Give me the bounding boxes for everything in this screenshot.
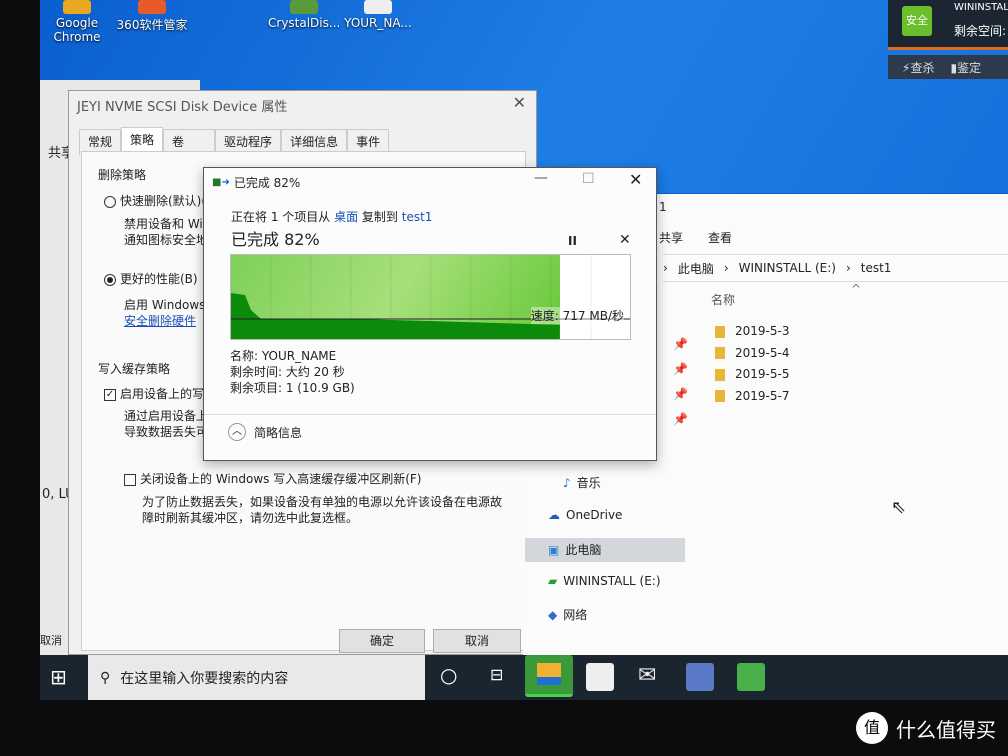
folder-item[interactable]: 2019-5-3: [715, 321, 789, 343]
store-icon[interactable]: [586, 663, 614, 691]
widget-buttons: ⚡查杀 ▮鉴定: [888, 55, 1008, 79]
pin-icons: 📌 📌 📌 📌: [673, 332, 688, 432]
cortana-icon[interactable]: ○: [440, 663, 457, 687]
task-view-icon[interactable]: ⊟: [490, 665, 503, 684]
nav-this-pc[interactable]: ▣ 此电脑: [548, 541, 601, 558]
computer-icon: ▣: [548, 542, 560, 557]
pin-icon: 📌: [673, 362, 688, 376]
throughput-area: [231, 293, 560, 339]
tab-policies[interactable]: 策略: [121, 127, 164, 153]
column-name[interactable]: 名称: [711, 291, 735, 308]
cache-group-label: 写入缓存策略: [98, 362, 171, 376]
copy-description: 正在将 1 个项目从 桌面 复制到 test1: [231, 210, 433, 224]
taskbar-search[interactable]: ⚲ 在这里输入你要搜索的内容: [88, 655, 425, 700]
search-icon: ⚲: [100, 669, 111, 686]
minimize-icon[interactable]: —: [534, 170, 548, 186]
cancel-button[interactable]: 取消: [433, 629, 521, 653]
close-icon[interactable]: ✕: [629, 170, 642, 189]
cache-desc: 通过启用设备上 导致数据丢失可: [124, 409, 209, 439]
widget-free: 剩余空间:: [954, 24, 1007, 38]
disk-widget: 安全 WININSTALL 剩余空间:: [888, 0, 1008, 50]
network-icon: ◆: [548, 607, 558, 622]
copy-icon: ■➜: [212, 177, 230, 188]
sort-up-icon: ^: [851, 282, 862, 296]
ribbon-view[interactable]: 查看: [708, 229, 732, 246]
speed-curve: [231, 255, 630, 339]
windows-start-icon[interactable]: ⊞: [50, 665, 67, 689]
nav-onedrive[interactable]: ☁ OneDrive: [548, 508, 622, 522]
better-perf-desc: 启用 Windows: [124, 298, 206, 312]
ok-button[interactable]: 确定: [339, 629, 425, 653]
watermark-logo: 值: [856, 712, 888, 744]
cancel-copy-button[interactable]: ✕: [619, 232, 631, 248]
scan-button[interactable]: ⚡查杀: [902, 59, 934, 76]
music-icon: ♪: [563, 475, 571, 490]
file-list: 2019-5-3 2019-5-4 2019-5-5 2019-5-7: [715, 321, 789, 407]
pin-icon: 📌: [673, 387, 688, 401]
folder-icon: [715, 325, 725, 338]
better-perf-radio[interactable]: 更好的性能(B): [104, 270, 198, 287]
copy-title-bar: ■➜ 已完成 82%: [212, 174, 300, 191]
close-icon[interactable]: ✕: [513, 93, 526, 112]
speed-graph: 速度: 717 MB/秒: [230, 254, 631, 340]
mouse-cursor-icon: ⇖: [891, 497, 907, 518]
pin-icon: 📌: [673, 412, 688, 426]
folder-icon: [715, 368, 725, 381]
watermark: 值什么值得买: [856, 712, 996, 744]
desktop-icon-chrome[interactable]: Google Chrome: [41, 0, 113, 44]
safe-remove-link[interactable]: 安全删除硬件: [124, 312, 196, 329]
folder-item[interactable]: 2019-5-5: [715, 364, 789, 386]
folder-item[interactable]: 2019-5-4: [715, 343, 789, 365]
mail-icon[interactable]: ✉: [638, 663, 656, 688]
dialog-title: JEYI NVME SCSI Disk Device 属性: [77, 100, 288, 115]
flush-desc: 为了防止数据丢失，如果设备没有单独的电源以允许该设备在电源故障时刷新其缓冲区，请…: [142, 495, 503, 525]
breadcrumb[interactable]: › 此电脑 › WININSTALL (E:) › test1: [663, 254, 1008, 282]
file-explorer-taskbar-icon[interactable]: [525, 655, 573, 697]
desktop-icon-360[interactable]: 360软件管家: [116, 0, 188, 33]
quick-remove-desc: 禁用设备和 Wi 通知图标安全地: [124, 217, 209, 247]
copy-title: 已完成 82%: [233, 176, 301, 190]
taskbar: ⊞ ⚲ 在这里输入你要搜索的内容 ○ ⊟ ✉: [40, 655, 1008, 700]
dest-link[interactable]: test1: [402, 210, 433, 224]
speed-label: 速度: 717 MB/秒: [530, 307, 624, 324]
widget-drive: WININSTALL: [954, 2, 1008, 13]
source-link[interactable]: 桌面: [334, 210, 358, 224]
folder-item[interactable]: 2019-5-7: [715, 386, 789, 408]
pin-icon: 📌: [673, 337, 688, 351]
flush-checkbox[interactable]: 关闭设备上的 Windows 写入高速缓存缓冲区刷新(F): [124, 470, 421, 487]
time-remaining: 剩余时间: 大约 20 秒: [230, 365, 345, 379]
drive-icon: ▰: [548, 574, 558, 588]
maximize-icon[interactable]: ☐: [582, 171, 595, 187]
items-remaining: 剩余项目: 1 (10.9 GB): [230, 381, 355, 395]
pause-button[interactable]: II: [568, 234, 577, 248]
desktop-icon-crystaldisk[interactable]: CrystalDis...: [268, 0, 340, 30]
progress-heading: 已完成 82%: [231, 230, 320, 249]
explorer-title: 1: [659, 200, 667, 214]
removal-group-label: 删除策略: [98, 168, 147, 182]
desktop-icon-file[interactable]: YOUR_NA...: [342, 0, 414, 30]
ribbon-share[interactable]: 共享: [659, 229, 683, 246]
copy-details: 名称: YOUR_NAME 剩余时间: 大约 20 秒 剩余项目: 1 (10.…: [230, 348, 355, 396]
copy-progress-dialog: ■➜ 已完成 82% — ☐ ✕ 正在将 1 个项目从 桌面 复制到 test1…: [203, 167, 657, 461]
folder-icon: [715, 347, 725, 359]
folder-icon: [715, 390, 725, 402]
app-icon[interactable]: [686, 663, 714, 691]
divider: [204, 414, 656, 415]
bg-cancel[interactable]: 取消: [40, 632, 62, 648]
nav-network[interactable]: ◆ 网络: [548, 606, 587, 623]
enable-cache-checkbox[interactable]: ✓ 启用设备上的写: [104, 385, 204, 402]
nav-music[interactable]: ♪ 音乐: [563, 474, 601, 491]
crystaldisk-taskbar-icon[interactable]: [737, 663, 765, 691]
cloud-icon: ☁: [548, 508, 560, 522]
file-name: 名称: YOUR_NAME: [230, 349, 337, 363]
quick-remove-radio[interactable]: 快速删除(默认)(: [104, 192, 206, 209]
nav-wininstall[interactable]: ▰ WININSTALL (E:): [548, 574, 661, 588]
less-details-button[interactable]: ︿ 简略信息: [228, 423, 302, 441]
chevron-up-icon: ︿: [228, 423, 246, 441]
identify-button[interactable]: ▮鉴定: [950, 59, 981, 76]
drive-safe-icon: 安全: [902, 6, 932, 36]
